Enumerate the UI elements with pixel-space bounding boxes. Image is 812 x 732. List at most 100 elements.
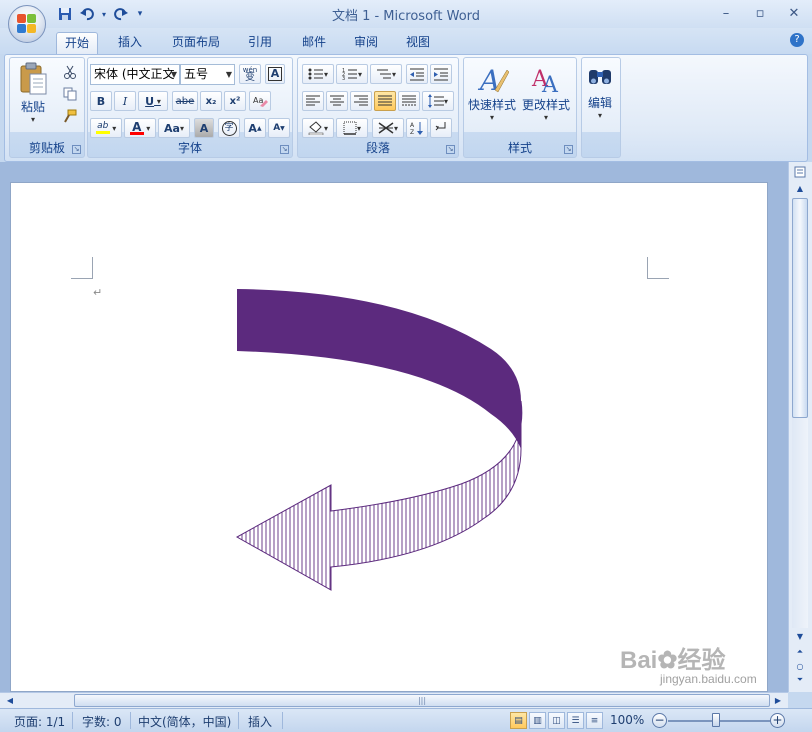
font-color-label: A [132, 119, 142, 134]
change-case-button[interactable]: Aa ▾ [158, 118, 190, 138]
web-layout-view-button[interactable]: ◫ [548, 712, 565, 729]
multilevel-list-button[interactable]: ▾ [370, 64, 402, 84]
line-spacing-button[interactable]: ▾ [422, 91, 454, 111]
tab-review[interactable]: 审阅 [346, 32, 386, 54]
font-color-button[interactable]: A ▾ [124, 118, 156, 138]
change-styles-button[interactable]: A A 更改样式 ▾ [522, 62, 570, 122]
subscript-button[interactable]: x₂ [200, 91, 222, 111]
maximize-icon[interactable]: ▫ [750, 4, 770, 22]
language-indicator[interactable]: 中文(简体，中国) [138, 713, 231, 730]
help-icon[interactable]: ? [790, 33, 804, 47]
clear-formatting-button[interactable]: Aa [249, 91, 271, 111]
tab-insert[interactable]: 插入 [110, 32, 150, 54]
multilevel-list-dropdown-icon: ▾ [391, 69, 396, 79]
zoom-level[interactable]: 100% [610, 713, 644, 727]
horizontal-scroll-thumb[interactable]: ||| [74, 694, 770, 707]
paste-button[interactable]: 粘贴 ▾ [18, 62, 48, 124]
font-name-dropdown-icon: ▼ [170, 70, 177, 79]
document-page[interactable]: ↵ [10, 182, 768, 692]
next-page-icon[interactable]: ⏷ [792, 672, 808, 688]
underline-button[interactable]: U ▾ [138, 91, 168, 111]
justify-button[interactable] [374, 91, 396, 111]
clipboard-launcher-icon[interactable]: ↘ [72, 145, 81, 154]
zoom-slider-thumb[interactable] [712, 713, 720, 727]
shading-icon [308, 121, 324, 135]
character-shading-button[interactable]: A [194, 118, 214, 138]
scroll-up-icon[interactable]: ▲ [792, 180, 808, 196]
highlight-button[interactable]: ab ▾ [90, 118, 122, 138]
ruler-toggle-icon[interactable] [792, 164, 808, 180]
format-painter-icon[interactable] [60, 106, 80, 126]
close-icon[interactable]: ✕ [784, 4, 804, 22]
font-name-combo[interactable]: 宋体 (中文正文 ▼ [90, 64, 180, 85]
bullets-dropdown-icon: ▾ [323, 69, 328, 79]
scroll-down-icon[interactable]: ▼ [792, 628, 808, 644]
tab-home[interactable]: 开始 [56, 32, 99, 54]
scroll-right-icon[interactable]: ▶ [770, 693, 786, 708]
increase-indent-button[interactable] [430, 64, 452, 84]
insert-mode-indicator[interactable]: 插入 [248, 713, 272, 730]
curved-arrow-shape[interactable] [221, 289, 541, 609]
scroll-left-icon[interactable]: ◀ [2, 693, 18, 708]
numbering-button[interactable]: 1 2 3 ▾ [336, 64, 368, 84]
font-size-combo[interactable]: 五号 ▼ [180, 64, 235, 85]
chinese-layout-button[interactable]: ▾ [372, 118, 404, 138]
zoom-in-icon[interactable]: + [770, 713, 785, 728]
highlight-dropdown-icon: ▾ [109, 123, 117, 133]
print-layout-view-button[interactable]: ▤ [510, 712, 527, 729]
vertical-scroll-thumb[interactable] [792, 198, 808, 418]
borders-icon [343, 121, 357, 135]
editing-button[interactable]: 编辑 ▾ [587, 64, 613, 120]
show-hide-marks-button[interactable] [430, 118, 452, 138]
align-center-icon [330, 95, 344, 106]
tab-mailings[interactable]: 邮件 [294, 32, 334, 54]
paragraph-launcher-icon[interactable]: ↘ [446, 145, 455, 154]
office-button[interactable] [8, 5, 46, 43]
align-left-button[interactable] [302, 91, 324, 111]
zoom-out-icon[interactable]: − [652, 713, 667, 728]
align-right-button[interactable] [350, 91, 372, 111]
distributed-button[interactable] [398, 91, 420, 111]
sort-button[interactable]: AZ [406, 118, 428, 138]
tab-view[interactable]: 视图 [398, 32, 438, 54]
align-center-button[interactable] [326, 91, 348, 111]
vertical-scroll-track[interactable] [792, 198, 808, 628]
tab-page-layout[interactable]: 页面布局 [164, 32, 228, 54]
baidu-watermark-logo: Bai✿经验 [620, 647, 726, 674]
styles-group-label: 样式 [507, 141, 532, 155]
svg-text:Z: Z [410, 129, 414, 135]
word-count[interactable]: 字数: 0 [82, 713, 122, 730]
character-border-button[interactable]: A [265, 64, 285, 84]
minimize-icon[interactable]: – [716, 4, 736, 22]
outline-view-button[interactable]: ☰ [567, 712, 584, 729]
paragraph-group-label: 段落 [365, 141, 390, 155]
decrease-indent-button[interactable] [406, 64, 428, 84]
superscript-button[interactable]: x² [224, 91, 246, 111]
borders-button[interactable]: ▾ [336, 118, 368, 138]
align-left-icon [306, 95, 320, 106]
bullets-button[interactable]: ▾ [302, 64, 334, 84]
font-size-dropdown-icon: ▼ [225, 70, 232, 79]
page-indicator[interactable]: 页面: 1/1 [14, 713, 65, 730]
font-launcher-icon[interactable]: ↘ [280, 145, 289, 154]
italic-button[interactable]: I [114, 91, 136, 111]
cut-icon[interactable] [60, 62, 80, 82]
grow-font-button[interactable]: A ▲ [244, 118, 266, 138]
quick-styles-button[interactable]: A 快速样式 ▾ [468, 62, 516, 122]
styles-launcher-icon[interactable]: ↘ [564, 145, 573, 154]
shrink-font-button[interactable]: A ▼ [268, 118, 290, 138]
horizontal-scrollbar[interactable]: ◀ ||| ▶ [0, 692, 788, 708]
enclose-characters-button[interactable]: 字 [218, 118, 240, 138]
font-color-dropdown-icon: ▾ [143, 123, 151, 133]
font-group-label: 字体 [177, 141, 202, 155]
tab-references[interactable]: 引用 [240, 32, 280, 54]
draft-view-button[interactable]: ≡ [586, 712, 603, 729]
phonetic-guide-button[interactable]: wén 变 [239, 64, 261, 84]
bold-button[interactable]: B [90, 91, 112, 111]
vertical-scrollbar[interactable]: ▲ ▼ ⏶ ○ ⏷ [788, 162, 812, 692]
strikethrough-button[interactable]: abe [172, 91, 198, 111]
status-separator [238, 712, 239, 729]
copy-icon[interactable] [60, 84, 80, 104]
full-screen-reading-view-button[interactable]: ▥ [529, 712, 546, 729]
shading-button[interactable]: ▾ [302, 118, 334, 138]
